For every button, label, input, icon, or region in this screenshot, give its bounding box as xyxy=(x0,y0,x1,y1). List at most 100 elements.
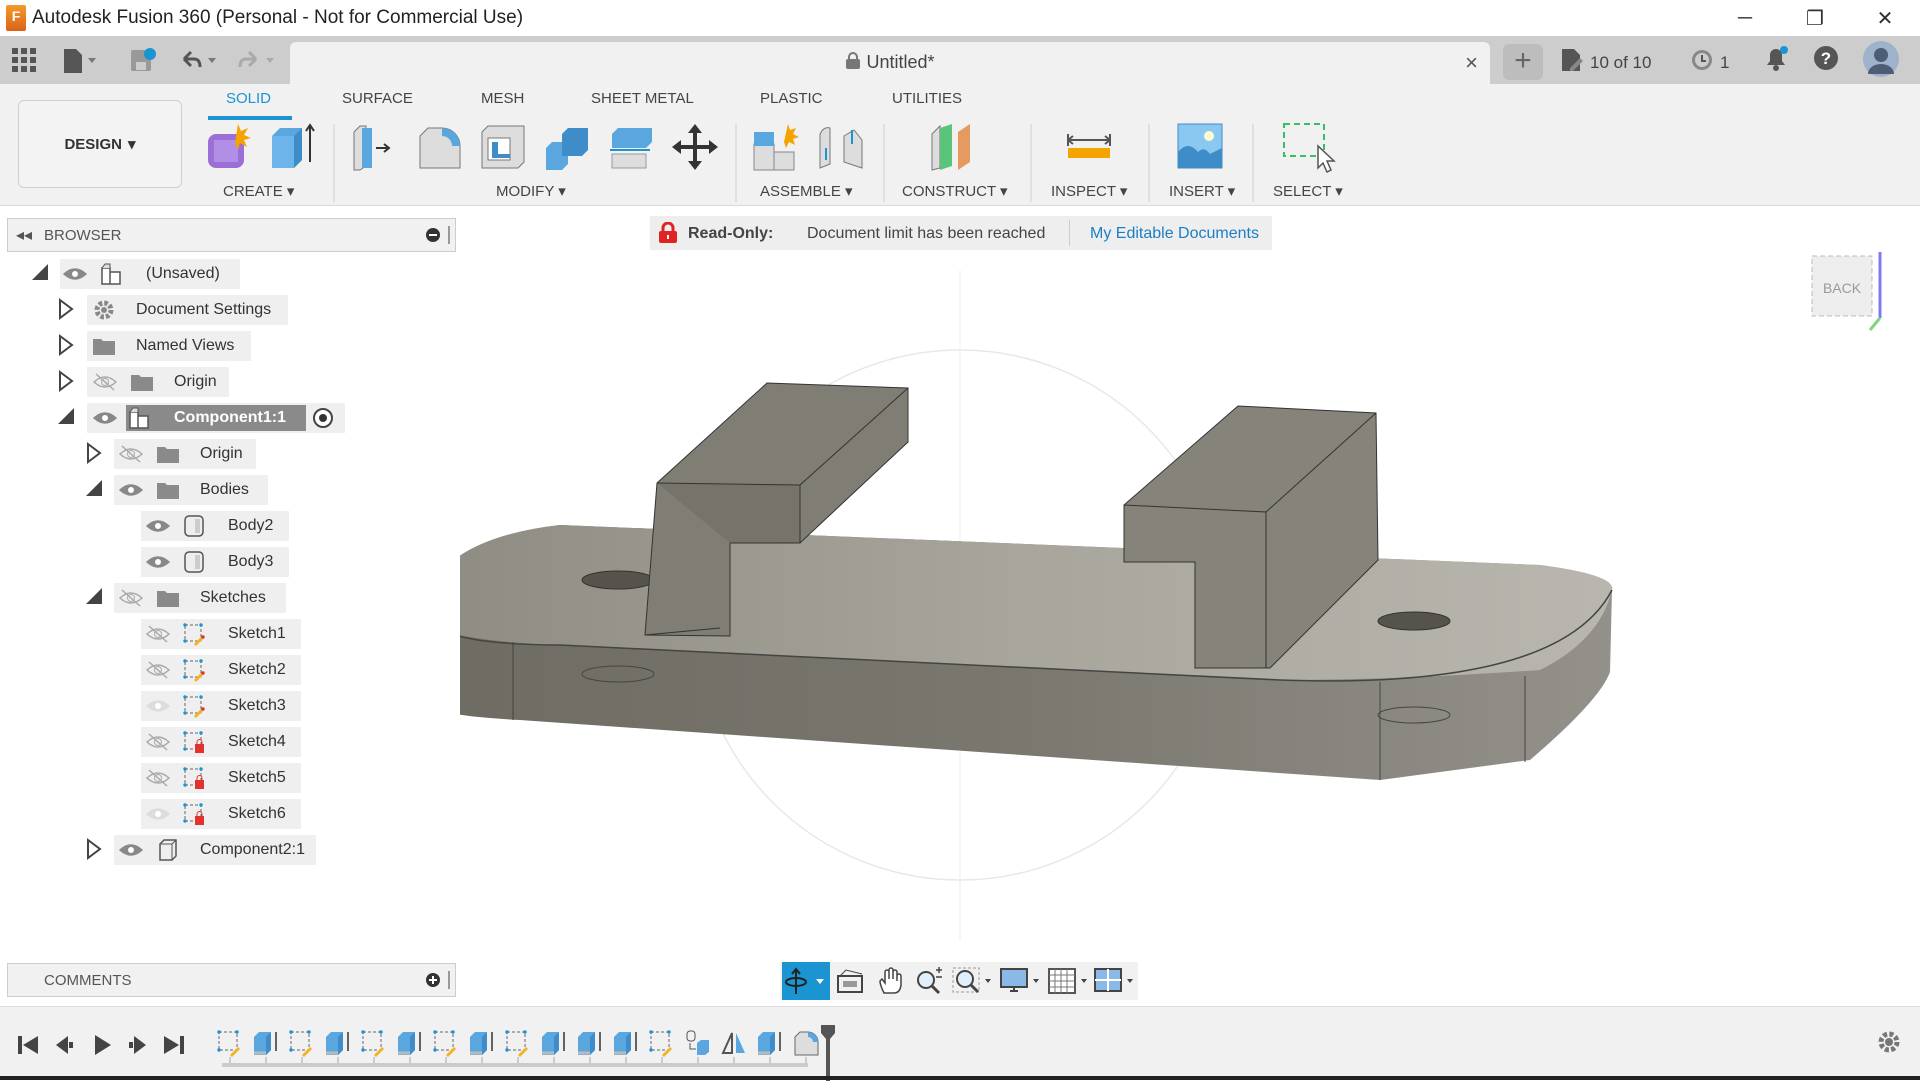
play-icon[interactable] xyxy=(88,1031,116,1064)
workspace-switcher[interactable]: DESIGN ▾ xyxy=(18,100,182,188)
close-window-button[interactable]: ✕ xyxy=(1850,0,1920,36)
go-to-start-icon[interactable] xyxy=(14,1031,42,1064)
combine-icon[interactable] xyxy=(542,122,592,172)
measure-icon[interactable] xyxy=(1064,122,1114,172)
document-tab[interactable]: Untitled* × xyxy=(290,42,1490,84)
redo-icon[interactable] xyxy=(236,44,276,76)
collapsed-caret-icon[interactable] xyxy=(84,838,104,862)
user-avatar[interactable] xyxy=(1862,40,1900,78)
expanded-caret-icon[interactable] xyxy=(84,586,104,610)
visibility-hidden-icon[interactable] xyxy=(118,444,144,464)
press-pull-icon[interactable] xyxy=(350,122,400,172)
group-assemble[interactable]: ASSEMBLE ▾ xyxy=(760,182,853,200)
visibility-hidden-icon[interactable] xyxy=(145,660,171,680)
timeline-tick xyxy=(265,1057,267,1065)
add-comment-icon[interactable] xyxy=(426,973,440,992)
folder-icon xyxy=(92,334,116,358)
expanded-caret-icon[interactable] xyxy=(56,406,76,430)
orbit-button[interactable] xyxy=(782,962,830,1000)
visibility-eye-icon[interactable] xyxy=(145,804,171,824)
tree-item-label: Sketch2 xyxy=(228,661,286,678)
fit-zoom-window-icon[interactable] xyxy=(952,967,996,1000)
viewcube[interactable]: BACK Z xyxy=(1811,252,1888,331)
visibility-hidden-icon[interactable] xyxy=(145,732,171,752)
separator xyxy=(1252,124,1254,202)
offset-plane-icon[interactable] xyxy=(928,122,978,172)
tab-plastic[interactable]: PLASTIC xyxy=(760,90,823,107)
help-icon[interactable]: ? xyxy=(1812,44,1840,72)
fillet-icon[interactable] xyxy=(414,122,464,172)
tree-item-label: Body3 xyxy=(228,553,274,570)
group-construct[interactable]: CONSTRUCT ▾ xyxy=(902,182,1008,200)
visibility-eye-icon[interactable] xyxy=(62,264,88,284)
job-status[interactable]: 10 of 10 xyxy=(1560,48,1651,77)
expanded-caret-icon[interactable] xyxy=(30,262,50,286)
visibility-hidden-icon[interactable] xyxy=(118,588,144,608)
tab-solid[interactable]: SOLID xyxy=(226,90,271,107)
new-tab-button[interactable]: + xyxy=(1503,44,1543,80)
timeline-tick xyxy=(625,1057,627,1065)
extrude-icon[interactable] xyxy=(268,122,318,172)
tab-sheet-metal[interactable]: SHEET METAL xyxy=(591,90,694,107)
visibility-hidden-icon[interactable] xyxy=(145,768,171,788)
close-tab-icon[interactable]: × xyxy=(1465,50,1478,76)
activate-component-radio[interactable] xyxy=(312,407,334,434)
file-menu-icon[interactable] xyxy=(62,44,98,76)
insert-image-icon[interactable] xyxy=(1176,122,1226,172)
tree-item-label: Sketch1 xyxy=(228,625,286,642)
visibility-hidden-icon[interactable] xyxy=(145,624,171,644)
minimize-button[interactable]: ─ xyxy=(1710,0,1780,36)
move-copy-icon[interactable] xyxy=(670,122,720,172)
visibility-eye-icon[interactable] xyxy=(145,516,171,536)
data-panel-grid-icon[interactable] xyxy=(12,44,36,76)
zoom-icon[interactable] xyxy=(914,967,944,1000)
shell-icon[interactable] xyxy=(478,122,528,172)
panel-resize-handle[interactable] xyxy=(448,226,450,244)
restore-button[interactable]: ❐ xyxy=(1780,0,1850,36)
notifications-bell-icon[interactable] xyxy=(1762,44,1790,72)
tab-utilities[interactable]: UTILITIES xyxy=(892,90,962,107)
group-inspect[interactable]: INSPECT ▾ xyxy=(1051,182,1127,200)
step-forward-icon[interactable] xyxy=(124,1031,152,1064)
canvas-viewport[interactable]: BACK Z xyxy=(460,252,1920,972)
collapsed-caret-icon[interactable] xyxy=(84,442,104,466)
timeline-tick xyxy=(661,1057,663,1065)
display-settings-icon[interactable] xyxy=(1000,967,1044,1000)
undo-icon[interactable] xyxy=(178,44,218,76)
collapse-panel-icon[interactable]: ◂◂ xyxy=(16,225,32,245)
step-back-icon[interactable] xyxy=(50,1031,78,1064)
go-to-end-icon[interactable] xyxy=(160,1031,188,1064)
visibility-eye-icon[interactable] xyxy=(92,408,118,428)
visibility-eye-icon[interactable] xyxy=(145,552,171,572)
timeline-settings-gear-icon[interactable] xyxy=(1876,1029,1902,1060)
viewports-icon[interactable] xyxy=(1094,967,1138,1000)
new-component-icon[interactable] xyxy=(204,122,254,172)
new-component-assemble-icon[interactable] xyxy=(752,122,802,172)
group-modify[interactable]: MODIFY ▾ xyxy=(496,182,566,200)
save-icon[interactable] xyxy=(130,44,156,76)
grid-snaps-icon[interactable] xyxy=(1048,967,1092,1000)
group-create[interactable]: CREATE ▾ xyxy=(223,182,294,200)
collapsed-caret-icon[interactable] xyxy=(56,298,76,322)
visibility-eye-icon[interactable] xyxy=(145,696,171,716)
tab-surface[interactable]: SURFACE xyxy=(342,90,413,107)
my-editable-documents-link[interactable]: My Editable Documents xyxy=(1090,225,1259,243)
look-at-icon[interactable] xyxy=(836,968,864,999)
group-insert[interactable]: INSERT ▾ xyxy=(1169,182,1235,200)
select-window-icon[interactable] xyxy=(1282,122,1336,174)
recent-activity[interactable]: 1 xyxy=(1690,48,1729,77)
visibility-hidden-icon[interactable] xyxy=(92,372,118,392)
collapsed-caret-icon[interactable] xyxy=(56,334,76,358)
visibility-eye-icon[interactable] xyxy=(118,480,144,500)
timeline-tick xyxy=(769,1057,771,1065)
group-select[interactable]: SELECT ▾ xyxy=(1273,182,1343,200)
panel-resize-handle[interactable] xyxy=(448,971,450,989)
minimize-panel-icon[interactable] xyxy=(426,228,440,247)
visibility-eye-icon[interactable] xyxy=(118,840,144,860)
expanded-caret-icon[interactable] xyxy=(84,478,104,502)
offset-face-icon[interactable] xyxy=(606,122,656,172)
collapsed-caret-icon[interactable] xyxy=(56,370,76,394)
pan-hand-icon[interactable] xyxy=(876,967,904,1000)
joint-icon[interactable] xyxy=(816,122,866,172)
tab-mesh[interactable]: MESH xyxy=(481,90,524,107)
